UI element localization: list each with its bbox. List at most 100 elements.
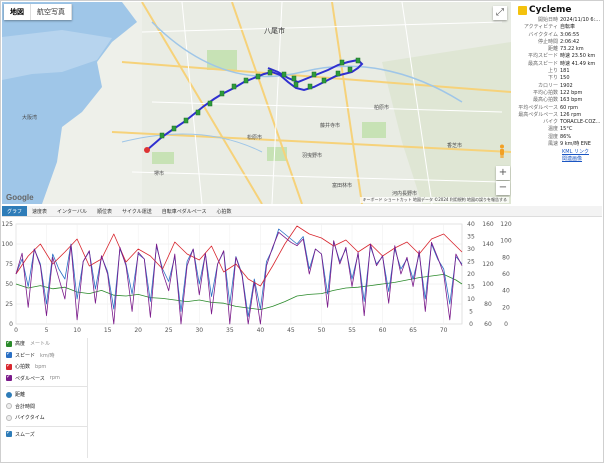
- smooth-toggle[interactable]: スムーズ: [6, 429, 87, 441]
- tab-6[interactable]: 心拍数: [212, 206, 237, 216]
- smooth-checkbox[interactable]: [6, 429, 12, 438]
- map-label-sakai: 堺市: [154, 171, 165, 177]
- map-label-fujiidera: 藤井寺市: [320, 123, 341, 129]
- map-tab-satellite[interactable]: 航空写真: [31, 4, 72, 20]
- map-attribution[interactable]: キーボード ショートカット 地図データ ©2024 利用規約 地図の誤りを報告す…: [360, 197, 509, 203]
- legend-item[interactable]: 心拍数 bpm: [6, 361, 87, 373]
- tab-2[interactable]: インターバル: [52, 206, 92, 216]
- view-tabs: グラフ 速度表 インターバル 順位表 サイクル運送 自転車ペダルペース 心拍数: [2, 206, 602, 217]
- series-checkbox[interactable]: [6, 339, 12, 347]
- info-value: 122 bpm: [560, 89, 583, 96]
- y-right-tick-label: 20: [467, 271, 475, 278]
- export-link[interactable]: 関連画像: [514, 155, 602, 162]
- y-right-tick-label: 10: [467, 296, 475, 303]
- x-mode-option[interactable]: 距離: [6, 389, 87, 401]
- info-row: バイクタイム 3:06:55: [514, 32, 602, 39]
- info-value: 自転車: [560, 24, 576, 31]
- info-value: TORACLE-COZ...: [560, 119, 601, 126]
- zoom-out-button[interactable]: −: [496, 181, 510, 195]
- x-tick-label: 5: [45, 327, 49, 334]
- map-label-osaka-bay: 大阪湾: [22, 115, 38, 121]
- plot-area: [15, 223, 463, 325]
- y-right-tick-label: 100: [500, 238, 512, 245]
- legend-item[interactable]: スピード km/時: [6, 350, 87, 362]
- tab-4[interactable]: サイクル運送: [117, 206, 157, 216]
- x-tick-label: 20: [134, 327, 142, 334]
- x-tick-label: 70: [440, 327, 448, 334]
- y-left-tick-label: 25: [5, 301, 13, 308]
- x-mode-option[interactable]: 合計時間: [6, 401, 87, 413]
- y-left-tick-label: 125: [2, 221, 14, 228]
- x-mode-options: 距離合計時間 バイクタイム: [6, 389, 87, 424]
- y-left-tick-label: 0: [9, 321, 13, 328]
- radio-button[interactable]: [6, 403, 12, 410]
- series-checkbox[interactable]: [6, 350, 12, 359]
- legend-item[interactable]: 高度メートル: [6, 338, 87, 350]
- x-mode-option[interactable]: バイクタイム: [6, 412, 87, 424]
- pegman-icon[interactable]: [497, 144, 507, 158]
- route-map[interactable]: 地図 航空写真 八尾市 堺市 松原市 羽曳野市 柏原市 藤井寺市 大阪湾 香芝市…: [2, 2, 511, 204]
- info-key: 最高心拍数: [532, 97, 558, 104]
- info-row: 湿度 86%: [514, 134, 602, 141]
- info-value: 163 bpm: [560, 97, 583, 104]
- fullscreen-icon[interactable]: ⤢: [493, 6, 507, 20]
- info-value: 73.22 km: [560, 46, 584, 53]
- series-checkbox[interactable]: [6, 362, 12, 370]
- x-tick-label: 0: [14, 327, 18, 334]
- x-tick-label: 25: [165, 327, 173, 334]
- info-key: カロリー: [537, 82, 558, 89]
- activity-chart[interactable]: 02550751001250 5 10 15 20 25 30 35 40 45 50 55 60 65 7…: [0, 218, 604, 338]
- info-row: カロリー 1902: [514, 83, 602, 90]
- y-right-tick-label: 100: [482, 281, 494, 288]
- series-checkbox[interactable]: [6, 373, 12, 382]
- map-label-yao: 八尾市: [264, 27, 285, 35]
- info-value: 126 rpm: [560, 111, 582, 118]
- tab-3[interactable]: 順位表: [92, 206, 117, 216]
- tab-0[interactable]: グラフ: [2, 206, 28, 216]
- info-key: 上り: [547, 68, 558, 75]
- info-row: 下り 150: [514, 75, 602, 82]
- app-title: Cycleme: [514, 2, 602, 17]
- info-key: 温度: [547, 126, 558, 133]
- x-tick-label: 15: [104, 327, 112, 334]
- info-key: 最高ペダルペース: [518, 111, 558, 118]
- legend-unit: rpm: [49, 375, 60, 382]
- activity-info-panel: Cycleme 開始日時 2024/11/10 6:... アクティビティ 自転車 バイ…: [514, 2, 602, 204]
- info-key: アクティビティ: [523, 24, 558, 31]
- info-row: 平均ペダルペース 60 rpm: [514, 105, 602, 112]
- legend-unit: km/時: [40, 352, 55, 359]
- legend-label: 高度: [15, 341, 26, 348]
- y-right-tick-label: 35: [467, 234, 475, 241]
- x-tick-label: 55: [348, 327, 356, 334]
- x-tick-label: 10: [73, 327, 81, 334]
- map-canvas: [2, 2, 511, 204]
- x-tick-label: 60: [379, 327, 387, 334]
- chart-legend: 高度メートルスピード km/時心拍数 bpm ペダルペース rpm 距離合計時間バイクタ…: [6, 338, 88, 458]
- info-row: 最高心拍数 163 bpm: [514, 97, 602, 104]
- y-left-tick-label: 100: [2, 241, 14, 248]
- radio-button[interactable]: [6, 414, 12, 421]
- info-value: 86%: [560, 133, 572, 140]
- zoom-in-button[interactable]: +: [496, 166, 510, 180]
- x-mode-label: 距離: [15, 392, 26, 399]
- y-right-tick-label: 60: [502, 271, 510, 278]
- map-label-kashiwara: 柏原市: [374, 105, 390, 111]
- kml-link[interactable]: KML リンク: [514, 148, 602, 155]
- info-row: バイク TORACLE-COZ...: [514, 119, 602, 126]
- start-marker: [144, 147, 150, 153]
- info-row: 停止時間 2:06:42: [514, 39, 602, 46]
- tab-1[interactable]: 速度表: [27, 206, 52, 216]
- y-right-tick-label: 80: [502, 254, 510, 261]
- info-value: 181: [560, 68, 570, 75]
- info-key: 下り: [547, 75, 558, 82]
- info-value: 15°C: [560, 126, 573, 133]
- tab-5[interactable]: 自転車ペダルペース: [157, 206, 212, 216]
- y-right-tick-label: 0: [469, 321, 473, 328]
- legend-item[interactable]: ペダルペース rpm: [6, 373, 87, 385]
- y-right-tick-label: 20: [502, 304, 510, 311]
- map-type-tabs: 地図 航空写真: [4, 4, 72, 20]
- x-tick-label: 40: [257, 327, 265, 334]
- radio-button[interactable]: [6, 391, 12, 398]
- info-row: 平均スピード 時速 23.50 km: [514, 53, 602, 60]
- map-tab-map[interactable]: 地図: [4, 4, 31, 20]
